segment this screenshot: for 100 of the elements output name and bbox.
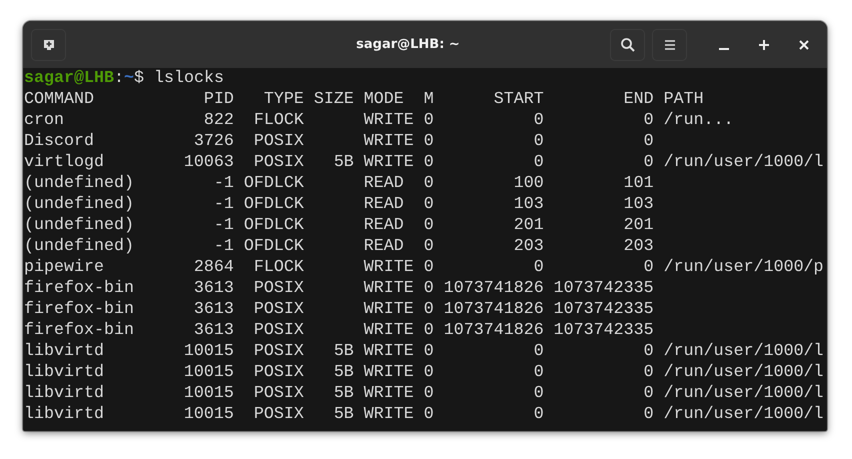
column-header: COMMAND [24,89,95,110]
table-cell: POSIX [254,153,304,172]
table-cell: 0 [644,405,654,424]
table-cell: 0 [534,405,544,424]
table-cell: WRITE [364,363,414,382]
table-cell: 0 [424,237,434,256]
table-cell: 0 [644,258,654,277]
maximize-icon [759,40,769,50]
table-cell: 5B [334,384,354,403]
menu-button[interactable] [652,28,687,60]
table-cell: 101 [624,174,654,193]
table-cell: 0 [534,111,544,130]
table-cell: READ [364,174,404,193]
table-cell: 10015 [184,384,234,403]
table-cell: 10015 [184,342,234,361]
table-cell: POSIX [254,300,304,319]
table-cell: Discord [24,132,94,151]
table-cell: /run/user/1000/l [664,384,824,403]
table-cell: READ [364,195,404,214]
table-cell: POSIX [254,132,304,151]
table-cell: 0 [424,342,434,361]
table-cell: 0 [424,321,434,340]
table-cell: 0 [424,300,434,319]
minimize-icon [719,48,729,50]
table-cell: pipewire [24,258,104,277]
table-cell: OFDLCK [244,237,304,256]
table-cell: libvirtd [24,363,104,382]
table-cell: 0 [424,174,434,193]
table-cell: WRITE [364,111,414,130]
table-cell: 1073742335 [554,300,654,319]
table-cell: 1073741826 [444,300,544,319]
search-icon [620,36,636,52]
table-cell: 5B [334,405,354,424]
close-icon [799,40,809,50]
table-cell: POSIX [254,279,304,298]
table-cell: 0 [424,258,434,277]
table-cell: WRITE [364,384,414,403]
table-cell: (undefined) [24,195,134,214]
column-header: PID [202,89,234,110]
table-cell: FLOCK [254,111,304,130]
table-cell: WRITE [364,132,414,151]
prompt-directory: ~ [124,69,134,88]
table-cell: 0 [644,132,654,151]
column-header: PATH [662,89,705,110]
command-text: lslocks [154,69,224,88]
table-cell: 10015 [184,363,234,382]
table-cell: 3726 [194,132,234,151]
table-cell: 0 [424,216,434,235]
new-tab-button[interactable] [31,28,66,60]
table-cell: OFDLCK [244,216,304,235]
table-cell: (undefined) [24,174,134,193]
menu-icon [664,38,676,50]
table-cell: cron [24,111,64,130]
table-cell: 3613 [194,321,234,340]
table-cell: WRITE [364,153,414,172]
table-cell: 0 [424,384,434,403]
table-cell: -1 [214,195,234,214]
table-cell: 0 [424,132,434,151]
table-cell: READ [364,237,404,256]
table-cell: 5B [334,153,354,172]
table-cell: (undefined) [24,237,134,256]
table-cell: 103 [624,195,654,214]
table-cell: 0 [424,363,434,382]
column-header: SIZE [312,89,354,110]
table-cell: 103 [514,195,544,214]
table-cell: /run/user/1000/l [664,153,824,172]
table-cell: WRITE [364,258,414,277]
table-cell: WRITE [364,321,414,340]
column-header: MODE [362,89,405,110]
table-cell: (undefined) [24,216,134,235]
table-cell: 1073742335 [554,279,654,298]
column-header: TYPE [262,89,304,110]
table-cell: 0 [534,258,544,277]
table-cell: 3613 [194,300,234,319]
table-cell: 0 [424,111,434,130]
table-cell: 0 [534,384,544,403]
table-cell: /run/user/1000/l [664,342,824,361]
table-cell: POSIX [254,363,304,382]
table-cell: 1073741826 [444,279,544,298]
table-cell: POSIX [254,321,304,340]
table-cell: 0 [424,153,434,172]
table-cell: 0 [534,342,544,361]
table-cell: firefox-bin [24,300,134,319]
table-cell: 2864 [194,258,234,277]
search-button[interactable] [610,28,645,60]
table-cell: 0 [534,153,544,172]
table-cell: READ [364,216,404,235]
column-header: END [622,89,654,110]
table-cell: WRITE [364,405,414,424]
new-tab-icon [42,38,56,52]
table-cell: /run/user/1000/p [664,258,824,277]
table-cell: 0 [644,342,654,361]
table-cell: 5B [334,342,354,361]
table-cell: 3613 [194,279,234,298]
table-cell: 203 [624,237,654,256]
table-cell: POSIX [254,405,304,424]
table-cell: 203 [514,237,544,256]
table-cell: 0 [644,153,654,172]
prompt-symbol: $ [134,69,144,88]
table-cell: /run/user/1000/l [664,405,824,424]
